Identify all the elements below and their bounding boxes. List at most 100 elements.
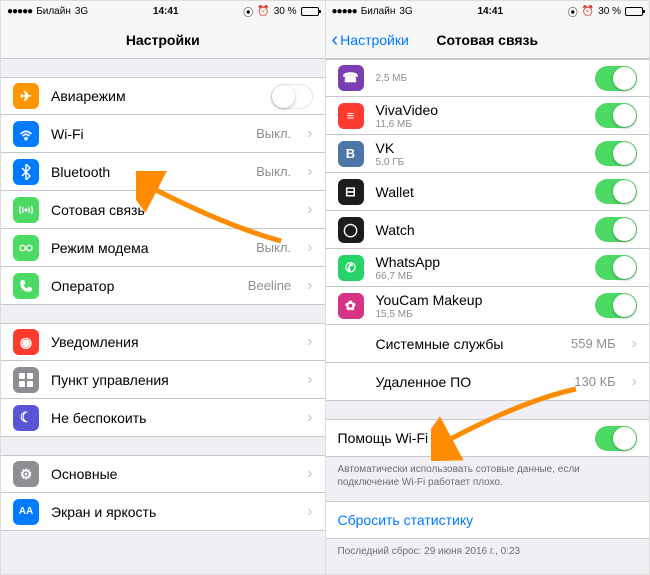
row-control-center[interactable]: Пункт управления › (1, 361, 325, 399)
dnd-icon: ☾ (13, 405, 39, 431)
deleted-label: Удаленное ПО (376, 374, 563, 390)
back-button[interactable]: ‹ Настройки (332, 21, 409, 58)
nav-title: Сотовая связь (436, 32, 538, 48)
chevron-right-icon: › (307, 239, 312, 257)
app-data-switch[interactable] (595, 141, 637, 166)
back-label: Настройки (340, 32, 409, 48)
row-hotspot[interactable]: Режим модема Выкл. › (1, 229, 325, 267)
status-bar: ●●●●● Билайн 3G 14:41 ⦿ ⏰ 30 % (326, 1, 650, 21)
control-center-icon (13, 367, 39, 393)
network-type: 3G (75, 6, 88, 17)
bluetooth-value: Выкл. (256, 164, 291, 179)
settings-scroll[interactable]: ✈ Авиарежим Wi-Fi Выкл. › Bluetooth Выкл… (1, 59, 325, 574)
nav-title: Настройки (126, 32, 200, 48)
airplane-switch[interactable] (271, 84, 313, 109)
app-icon: ✆ (338, 255, 364, 281)
app-name: VK (376, 140, 584, 156)
app-icon: B (338, 141, 364, 167)
network-type: 3G (399, 6, 412, 17)
wifi-assist-description: Автоматически использовать сотовые данны… (326, 457, 650, 493)
carrier-name: Билайн (36, 6, 71, 17)
bluetooth-label: Bluetooth (51, 164, 244, 180)
alarm-clock-icon: ⏰ (257, 6, 269, 17)
row-general[interactable]: ⚙ Основные › (1, 455, 325, 493)
row-airplane[interactable]: ✈ Авиарежим (1, 77, 325, 115)
gear-icon: ⚙ (13, 461, 39, 487)
row-cellular[interactable]: Сотовая связь › (1, 191, 325, 229)
chevron-right-icon: › (307, 409, 312, 427)
app-data-switch[interactable] (595, 179, 637, 204)
system-services-label: Системные службы (376, 336, 560, 352)
hotspot-icon (13, 235, 39, 261)
app-size: 66,7 МБ (376, 271, 584, 282)
chevron-right-icon: › (632, 335, 637, 353)
row-app[interactable]: ✿ YouCam Makeup15,5 МБ (326, 287, 650, 325)
row-system-services[interactable]: Системные службы 559 МБ › (326, 325, 650, 363)
app-name: YouCam Makeup (376, 292, 584, 308)
app-icon: ⊟ (338, 179, 364, 205)
carrier-name: Билайн (361, 6, 396, 17)
row-app[interactable]: B VK5,0 ГБ (326, 135, 650, 173)
app-icon: ✿ (338, 293, 364, 319)
last-reset-text: Последний сброс: 29 июня 2016 г., 0:23 (326, 539, 650, 562)
row-app[interactable]: ≡VivaVideo11,6 МБ (326, 97, 650, 135)
row-app[interactable]: ⊟ Wallet (326, 173, 650, 211)
signal-dots: ●●●●● (332, 6, 357, 17)
chevron-right-icon: › (307, 371, 312, 389)
app-icon: ≡ (338, 103, 364, 129)
cellular-scroll[interactable]: ☎2,5 МБ≡VivaVideo11,6 МБ B VK5,0 ГБ ⊟ Wallet… (326, 59, 650, 574)
chevron-right-icon: › (307, 163, 312, 181)
row-wifi-assist[interactable]: Помощь Wi-Fi (326, 419, 650, 457)
wifi-label: Wi-Fi (51, 126, 244, 142)
row-notifications[interactable]: ◉ Уведомления › (1, 323, 325, 361)
notifications-icon: ◉ (13, 329, 39, 355)
status-bar: ●●●●● Билайн 3G 14:41 ⦿ ⏰ 30 % (1, 1, 325, 21)
app-name: WhatsApp (376, 254, 584, 270)
chevron-right-icon: › (632, 373, 637, 391)
row-app[interactable]: ☎2,5 МБ (326, 59, 650, 97)
battery-icon (301, 7, 319, 16)
row-dnd[interactable]: ☾ Не беспокоить › (1, 399, 325, 437)
app-icon: ◯ (338, 217, 364, 243)
carrier-value: Beeline (248, 278, 291, 293)
app-data-switch[interactable] (595, 103, 637, 128)
app-data-switch[interactable] (595, 293, 637, 318)
row-app[interactable]: ✆ WhatsApp66,7 МБ (326, 249, 650, 287)
alarm-clock-icon: ⏰ (582, 6, 594, 17)
row-deleted-apps[interactable]: Удаленное ПО 130 КБ › (326, 363, 650, 401)
carrier-label: Оператор (51, 278, 236, 294)
row-app[interactable]: ◯Watch (326, 211, 650, 249)
chevron-right-icon: › (307, 333, 312, 351)
alarm-icon: ⦿ (568, 4, 578, 19)
row-wifi[interactable]: Wi-Fi Выкл. › (1, 115, 325, 153)
app-data-switch[interactable] (595, 66, 637, 91)
cellular-screen: ●●●●● Билайн 3G 14:41 ⦿ ⏰ 30 % ‹ Настрой… (326, 0, 650, 575)
app-size: 5,0 ГБ (376, 157, 584, 168)
general-label: Основные (51, 466, 291, 482)
display-label: Экран и яркость (51, 504, 291, 520)
chevron-right-icon: › (307, 201, 312, 219)
wifi-assist-switch[interactable] (595, 426, 637, 451)
wifi-icon (13, 121, 39, 147)
row-carrier-settings[interactable]: Оператор Beeline › (1, 267, 325, 305)
notifications-label: Уведомления (51, 334, 291, 350)
chevron-right-icon: › (307, 503, 312, 521)
chevron-right-icon: › (307, 277, 312, 295)
deleted-value: 130 КБ (574, 374, 615, 389)
row-reset-statistics[interactable]: Сбросить статистику (326, 501, 650, 539)
bluetooth-icon (13, 159, 39, 185)
hotspot-label: Режим модема (51, 240, 244, 256)
row-display[interactable]: AA Экран и яркость › (1, 493, 325, 531)
chevron-right-icon: › (307, 125, 312, 143)
app-name: Wallet (376, 184, 584, 200)
app-data-switch[interactable] (595, 217, 637, 242)
alarm-icon: ⦿ (243, 4, 253, 19)
signal-dots: ●●●●● (7, 6, 32, 17)
settings-screen: ●●●●● Билайн 3G 14:41 ⦿ ⏰ 30 % Настройки… (0, 0, 326, 575)
cellular-label: Сотовая связь (51, 202, 291, 218)
app-data-switch[interactable] (595, 255, 637, 280)
row-bluetooth[interactable]: Bluetooth Выкл. › (1, 153, 325, 191)
control-label: Пункт управления (51, 372, 291, 388)
app-size: 15,5 МБ (376, 309, 584, 320)
app-icon: ☎ (338, 65, 364, 91)
